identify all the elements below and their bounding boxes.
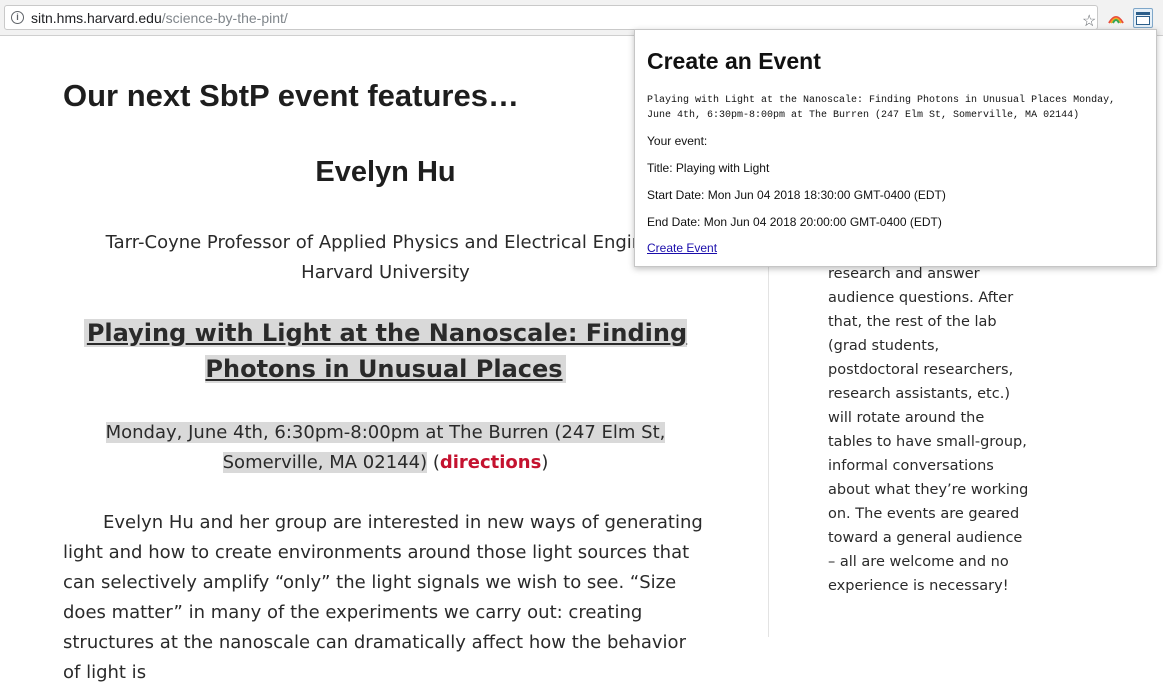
speaker-name: Evelyn Hu xyxy=(315,156,456,188)
speaker-affiliation: Tarr-Coyne Professor of Applied Physics … xyxy=(63,228,708,288)
calendar-icon-bar xyxy=(1136,12,1150,15)
end-date-line: End Date: Mon Jun 04 2018 20:00:00 GMT-0… xyxy=(647,215,942,229)
popup-title: Create an Event xyxy=(647,48,821,74)
url-text[interactable]: sitn.hms.harvard.edu/science-by-the-pint… xyxy=(31,10,288,26)
affiliation-line-1: Tarr-Coyne Professor of Applied Physics … xyxy=(105,232,666,253)
create-event-popup: Create an Event Playing with Light at th… xyxy=(634,29,1157,267)
url-host: sitn.hms.harvard.edu xyxy=(31,10,162,26)
event-description: Evelyn Hu and her group are interested i… xyxy=(63,512,703,683)
event-details-text: Monday, June 4th, 6:30pm-8:00pm at The B… xyxy=(105,422,666,473)
calendar-icon-body xyxy=(1136,16,1150,25)
url-path: /science-by-the-pint/ xyxy=(161,10,288,26)
sidebar-text: research and answer audience questions. … xyxy=(828,266,1029,594)
info-icon[interactable]: i xyxy=(11,11,24,24)
paren-open: ( xyxy=(427,452,440,473)
create-event-link[interactable]: Create Event xyxy=(647,241,717,256)
popup-raw-text: Playing with Light at the Nanoscale: Fin… xyxy=(647,95,1116,121)
bookmark-star-icon[interactable]: ☆ xyxy=(1082,14,1098,30)
event-details: Monday, June 4th, 6:30pm-8:00pm at The B… xyxy=(63,418,708,478)
rainbow-extension-icon[interactable] xyxy=(1106,9,1126,27)
page-heading: Our next SbtP event features… xyxy=(63,78,519,113)
affiliation-line-2: Harvard University xyxy=(301,262,470,283)
start-date-line: Start Date: Mon Jun 04 2018 18:30:00 GMT… xyxy=(647,188,946,202)
address-bar[interactable]: i sitn.hms.harvard.edu/science-by-the-pi… xyxy=(4,5,1098,30)
calendar-extension-icon[interactable] xyxy=(1133,8,1153,28)
your-event-label: Your event: xyxy=(647,134,708,148)
talk-title[interactable]: Playing with Light at the Nanoscale: Fin… xyxy=(63,315,708,387)
paren-close: ) xyxy=(541,452,549,473)
event-title-line: Title: Playing with Light xyxy=(647,161,770,175)
directions-link[interactable]: directions xyxy=(440,452,541,473)
talk-title-text[interactable]: Playing with Light at the Nanoscale: Fin… xyxy=(83,319,688,383)
